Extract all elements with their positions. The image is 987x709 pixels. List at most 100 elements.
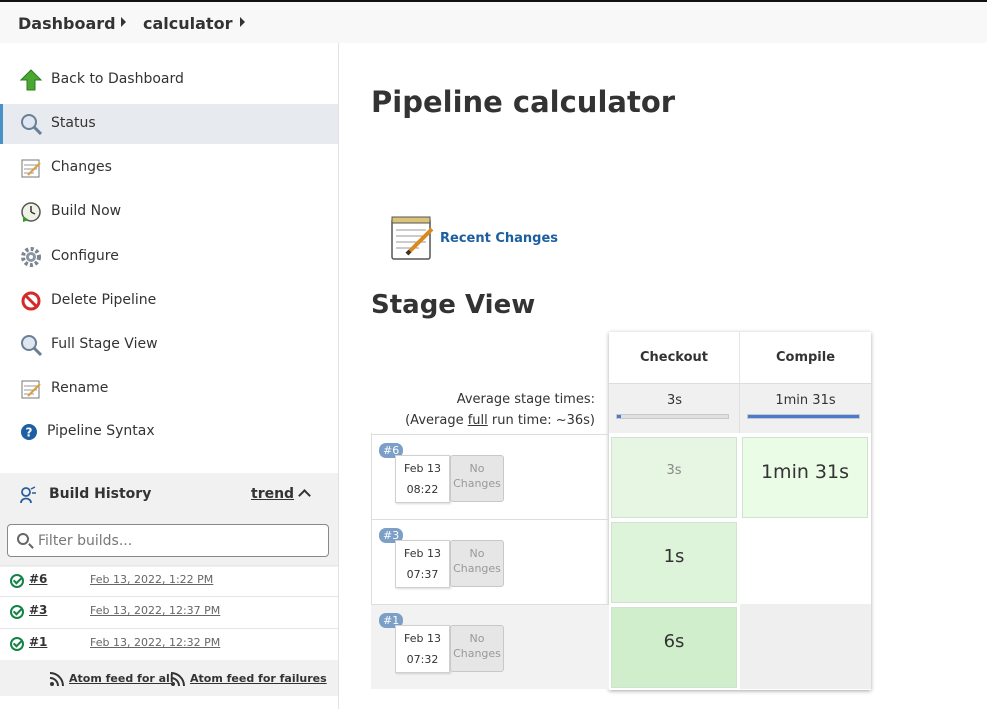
stage-average-compile: 1min 31s <box>740 383 871 433</box>
feeds-bar: Atom feed for all Atom feed for failures <box>0 660 338 696</box>
stage-average-bar <box>616 414 729 419</box>
magnifier-icon <box>21 114 42 135</box>
task-label: Pipeline Syntax <box>47 423 155 439</box>
stage-average-value: 3s <box>666 393 683 408</box>
filter-builds-input[interactable] <box>38 531 318 551</box>
rss-icon <box>170 672 185 687</box>
avg-full-suffix: run time: ~36s) <box>487 413 595 428</box>
task-label: Full Stage View <box>51 336 158 352</box>
build-row[interactable]: #6 Feb 13, 2022, 1:22 PM <box>0 565 338 596</box>
run-info: #1 Feb 13 07:32 No Changes <box>371 604 609 689</box>
build-row[interactable]: #3 Feb 13, 2022, 12:37 PM <box>0 596 338 627</box>
task-rename[interactable]: Rename <box>0 369 338 409</box>
stage-cell-empty <box>740 604 871 689</box>
build-number-link[interactable]: #3 <box>29 603 47 617</box>
task-delete-pipeline[interactable]: Delete Pipeline <box>0 281 338 321</box>
task-label: Rename <box>51 380 109 396</box>
stage-average-checkout: 3s <box>609 383 740 433</box>
trend-link[interactable]: trend <box>251 486 294 502</box>
build-date-link[interactable]: Feb 13, 2022, 12:37 PM <box>90 604 220 617</box>
atom-feed-failures-link[interactable]: Atom feed for failures <box>190 672 327 685</box>
avg-full-word: full <box>467 413 488 428</box>
breadcrumb-calculator[interactable]: calculator <box>143 14 232 33</box>
stage-cell-empty <box>740 519 871 604</box>
sidebar: Back to Dashboard Status Changes Build N… <box>0 43 339 709</box>
breadcrumb-arrow-icon[interactable] <box>121 17 126 27</box>
stage-cell-duration: 3s <box>666 463 682 478</box>
build-row[interactable]: #1 Feb 13, 2022, 12:32 PM <box>0 628 338 659</box>
run-date: Feb 13 <box>404 632 441 645</box>
task-full-stage-view[interactable]: Full Stage View <box>0 325 338 365</box>
average-full-run-time: (Average full run time: ~36s) <box>371 413 595 428</box>
success-check-icon <box>10 637 24 651</box>
build-history-title: Build History <box>49 486 152 502</box>
task-changes[interactable]: Changes <box>0 148 338 188</box>
task-status[interactable]: Status <box>0 104 338 144</box>
page-title: Pipeline calculator <box>371 85 676 119</box>
filter-box <box>7 524 329 557</box>
stage-cell-duration: 6s <box>663 631 685 652</box>
stage-average-value: 1min 31s <box>775 393 836 408</box>
recent-changes-link[interactable]: Recent Changes <box>440 231 558 246</box>
arrow-up-icon <box>20 69 42 91</box>
breadcrumb-dashboard[interactable]: Dashboard <box>18 14 116 33</box>
stage-average-bar-fill <box>748 415 859 418</box>
no-changes-box: No Changes <box>450 540 504 587</box>
chevron-up-icon[interactable] <box>298 489 311 502</box>
stage-cell-duration: 1min 31s <box>760 461 850 483</box>
search-icon <box>17 533 29 545</box>
build-history-icon <box>20 486 36 504</box>
breadcrumb-arrow-icon[interactable] <box>240 17 245 27</box>
stage-cell[interactable]: 1min 31s <box>742 437 868 518</box>
task-label: Delete Pipeline <box>51 292 157 308</box>
stage-cell[interactable]: 6s <box>611 607 737 688</box>
filter-container <box>0 517 338 567</box>
build-number-link[interactable]: #1 <box>29 635 47 649</box>
avg-full-prefix: (Average <box>405 413 468 428</box>
run-date: Feb 13 <box>404 462 441 475</box>
stage-average-bar-fill <box>617 415 622 418</box>
notepad-icon <box>21 380 41 399</box>
task-build-now[interactable]: Build Now <box>0 192 338 232</box>
success-check-icon <box>10 605 24 619</box>
clock-icon <box>21 202 41 222</box>
run-date-card: Feb 13 07:32 <box>395 625 450 673</box>
no-changes-box: No Changes <box>450 455 504 502</box>
notepad-icon <box>391 216 434 260</box>
run-time: 07:32 <box>406 653 439 666</box>
task-label: Status <box>51 115 96 131</box>
build-history-header: Build History trend <box>0 473 338 517</box>
stage-header-checkout: Checkout <box>609 332 740 383</box>
atom-feed-all-link[interactable]: Atom feed for all <box>69 672 174 685</box>
stage-cell[interactable]: 3s <box>611 437 737 518</box>
run-date: Feb 13 <box>404 547 441 560</box>
task-configure[interactable]: Configure <box>0 237 338 277</box>
stage-cell[interactable]: 1s <box>611 522 737 603</box>
run-info: #6 Feb 13 08:22 No Changes <box>371 434 609 519</box>
task-pipeline-syntax[interactable]: ? Pipeline Syntax <box>0 412 338 452</box>
stage-header-compile: Compile <box>775 350 836 365</box>
no-entry-icon <box>21 291 41 311</box>
run-time: 08:22 <box>406 483 439 496</box>
run-time: 07:37 <box>406 568 439 581</box>
average-stage-times-label: Average stage times: <box>456 392 595 407</box>
build-date-link[interactable]: Feb 13, 2022, 12:32 PM <box>90 636 220 649</box>
task-label: Back to Dashboard <box>51 71 184 87</box>
success-check-icon <box>10 574 24 588</box>
no-changes-box: No Changes <box>450 625 504 672</box>
stage-average-bar <box>747 414 860 419</box>
task-label: Configure <box>51 248 119 264</box>
magnifier-icon <box>21 335 42 356</box>
task-label: Changes <box>51 159 112 175</box>
stage-cell-duration: 1s <box>663 546 685 567</box>
task-back-to-dashboard[interactable]: Back to Dashboard <box>0 60 338 100</box>
build-number-link[interactable]: #6 <box>29 572 47 586</box>
breadcrumb-bar: Dashboard calculator <box>0 0 987 43</box>
run-info: #3 Feb 13 07:37 No Changes <box>371 519 609 604</box>
notepad-icon <box>21 159 41 178</box>
build-date-link[interactable]: Feb 13, 2022, 1:22 PM <box>90 573 213 586</box>
svg-text:?: ? <box>26 426 33 440</box>
stage-view-title: Stage View <box>371 290 536 320</box>
gear-icon <box>21 247 41 267</box>
run-date-card: Feb 13 07:37 <box>395 540 450 588</box>
